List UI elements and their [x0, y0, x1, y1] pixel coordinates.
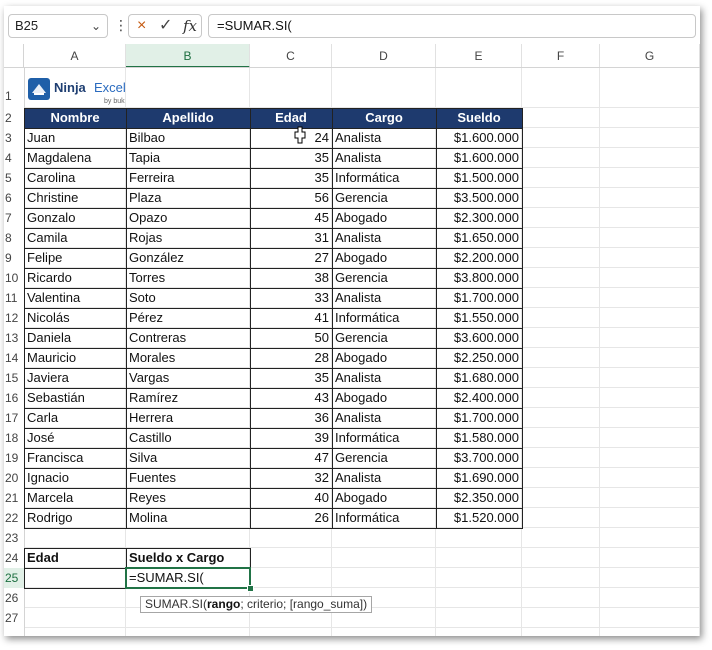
- column-header-b[interactable]: B: [126, 44, 250, 68]
- column-header-f[interactable]: F: [522, 44, 600, 68]
- row-header-4[interactable]: 4: [4, 148, 24, 168]
- row-header-17[interactable]: 17: [4, 408, 24, 428]
- cursor-icon: [294, 126, 306, 144]
- row-header-14[interactable]: 14: [4, 348, 24, 368]
- row-header-20[interactable]: 20: [4, 468, 24, 488]
- logo-product: Excel: [94, 80, 126, 95]
- row-header-13[interactable]: 13: [4, 328, 24, 348]
- spreadsheet-window: B25 ⌄ ⋮ × ✓ fx =SUMAR.SI( ABCDEFG 123456…: [4, 6, 700, 636]
- row-header-25[interactable]: 25: [4, 568, 24, 588]
- more-options-icon[interactable]: ⋮: [114, 14, 128, 38]
- row-header-5[interactable]: 5: [4, 168, 24, 188]
- column-header-g[interactable]: G: [600, 44, 700, 68]
- row-header-2[interactable]: 2: [4, 108, 24, 128]
- row-header-1[interactable]: 1: [4, 68, 24, 108]
- name-box[interactable]: B25 ⌄: [8, 14, 108, 38]
- select-all-corner[interactable]: [4, 44, 24, 68]
- row-header-23[interactable]: 23: [4, 528, 24, 548]
- row-header-3[interactable]: 3: [4, 128, 24, 148]
- row-header-18[interactable]: 18: [4, 428, 24, 448]
- row-header-12[interactable]: 12: [4, 308, 24, 328]
- row-header-15[interactable]: 15: [4, 368, 24, 388]
- formula-input[interactable]: =SUMAR.SI(: [208, 14, 696, 38]
- row-header-11[interactable]: 11: [4, 288, 24, 308]
- chevron-down-icon[interactable]: ⌄: [91, 15, 101, 37]
- fill-handle[interactable]: [247, 585, 254, 592]
- active-cell-border: [125, 567, 251, 589]
- logo-by: by buk: [104, 98, 125, 105]
- row-header-9[interactable]: 9: [4, 248, 24, 268]
- row-header-26[interactable]: 26: [4, 588, 24, 608]
- row-header-6[interactable]: 6: [4, 188, 24, 208]
- formula-bar: B25 ⌄ ⋮ × ✓ fx =SUMAR.SI(: [4, 6, 700, 42]
- ninja-logo-icon: [28, 78, 50, 100]
- row-header-7[interactable]: 7: [4, 208, 24, 228]
- cancel-icon[interactable]: ×: [137, 15, 146, 37]
- tooltip-rest: ; criterio; [rango_suma]): [240, 597, 368, 611]
- formula-buttons: × ✓ fx: [128, 14, 202, 38]
- column-header-a[interactable]: A: [24, 44, 126, 68]
- row-header-22[interactable]: 22: [4, 508, 24, 528]
- name-box-value: B25: [15, 18, 39, 33]
- row-header-16[interactable]: 16: [4, 388, 24, 408]
- row-header-19[interactable]: 19: [4, 448, 24, 468]
- logo-brand: Ninja: [54, 80, 86, 95]
- row-header-10[interactable]: 10: [4, 268, 24, 288]
- function-tooltip[interactable]: SUMAR.SI(rango; criterio; [rango_suma]): [140, 596, 373, 613]
- column-header-c[interactable]: C: [250, 44, 332, 68]
- row-header-8[interactable]: 8: [4, 228, 24, 248]
- column-header-d[interactable]: D: [332, 44, 436, 68]
- row-header-24[interactable]: 24: [4, 548, 24, 568]
- column-header-e[interactable]: E: [436, 44, 522, 68]
- row-header-21[interactable]: 21: [4, 488, 24, 508]
- enter-icon[interactable]: ✓: [159, 15, 172, 37]
- insert-function-icon[interactable]: fx: [183, 15, 197, 37]
- tooltip-func: SUMAR.SI(: [145, 597, 208, 611]
- tooltip-arg-rango: rango: [207, 597, 241, 611]
- row-header-27[interactable]: 27: [4, 608, 24, 628]
